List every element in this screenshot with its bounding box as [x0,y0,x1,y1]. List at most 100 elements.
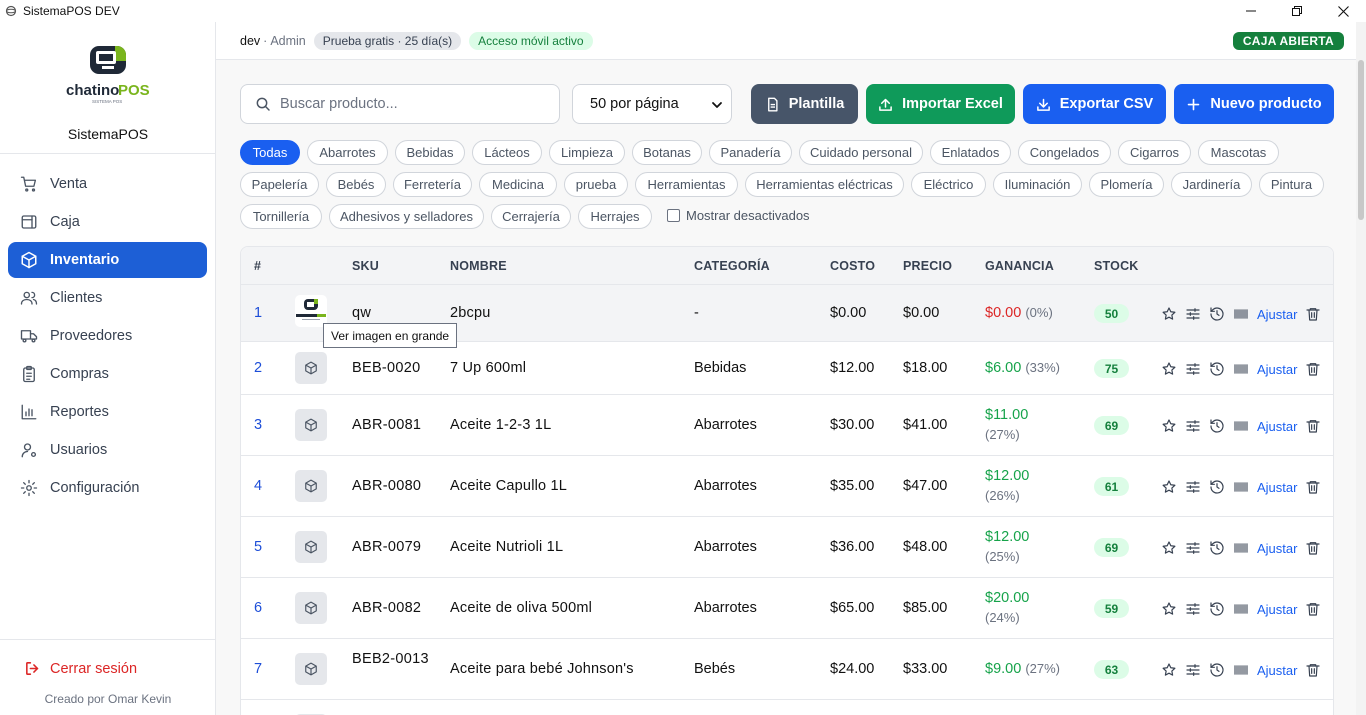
table-row[interactable]: 6 ABR-0082 Aceite de oliva 500ml Abarrot… [241,577,1333,638]
category-chip[interactable]: Congelados [1018,140,1111,165]
import-excel-button[interactable]: Importar Excel [866,84,1015,124]
table-row[interactable]: 7 BEB2-0013 Aceite para bebé Johnson's B… [241,638,1333,699]
product-thumbnail[interactable] [295,653,327,685]
sliders-icon[interactable] [1185,479,1201,495]
history-icon[interactable] [1209,662,1225,678]
new-product-button[interactable]: Nuevo producto [1174,84,1334,124]
star-icon[interactable] [1161,479,1177,495]
table-row[interactable]: 4 ABR-0080 Aceite Capullo 1L Abarrotes $… [241,455,1333,516]
sliders-icon[interactable] [1185,540,1201,556]
star-icon[interactable] [1161,601,1177,617]
sliders-icon[interactable] [1185,418,1201,434]
category-chip[interactable]: Mascotas [1198,140,1279,165]
barcode-icon[interactable] [1233,306,1249,322]
category-chip[interactable]: Plomería [1089,172,1164,197]
barcode-icon[interactable] [1233,361,1249,377]
restore-icon[interactable] [1274,0,1320,22]
star-icon[interactable] [1161,361,1177,377]
category-chip[interactable]: prueba [564,172,628,197]
export-csv-button[interactable]: Exportar CSV [1023,84,1166,124]
template-button[interactable]: Plantilla [751,84,858,124]
sidebar-item-reportes[interactable]: Reportes [8,394,207,430]
category-chip[interactable]: Botanas [632,140,702,165]
adjust-stock-link[interactable]: Ajustar [1257,602,1297,617]
category-chip[interactable]: Ferretería [393,172,472,197]
category-chip[interactable]: Medicina [479,172,557,197]
trash-icon[interactable] [1305,662,1321,678]
close-icon[interactable] [1320,0,1366,22]
trash-icon[interactable] [1305,601,1321,617]
per-page-select[interactable]: 50 por página [572,84,732,124]
product-thumbnail[interactable] [295,470,327,502]
category-chip[interactable]: Pintura [1259,172,1324,197]
trash-icon[interactable] [1305,306,1321,322]
category-chip[interactable]: Cuidado personal [799,140,923,165]
category-chip[interactable]: Bebés [326,172,386,197]
category-chip[interactable]: Lácteos [472,140,542,165]
history-icon[interactable] [1209,418,1225,434]
sliders-icon[interactable] [1185,662,1201,678]
category-chip[interactable]: Cigarros [1118,140,1191,165]
row-number[interactable]: 4 [254,478,262,494]
category-chip[interactable]: Eléctrico [911,172,986,197]
sidebar-item-compras[interactable]: Compras [8,356,207,392]
star-icon[interactable] [1161,540,1177,556]
product-thumbnail[interactable] [295,409,327,441]
category-chip[interactable]: Enlatados [930,140,1011,165]
barcode-icon[interactable] [1233,662,1249,678]
row-number[interactable]: 6 [254,600,262,616]
table-row[interactable]: 2 BEB-0020 7 Up 600ml Bebidas $12.00 $18… [241,341,1333,394]
category-chip[interactable]: Iluminación [993,172,1082,197]
sliders-icon[interactable] [1185,361,1201,377]
category-chip[interactable]: Panadería [709,140,792,165]
category-chip[interactable]: Abarrotes [307,140,388,165]
trash-icon[interactable] [1305,418,1321,434]
sidebar-item-inventario[interactable]: Inventario [8,242,207,278]
sidebar-item-clientes[interactable]: Clientes [8,280,207,316]
history-icon[interactable] [1209,601,1225,617]
search-input[interactable] [280,96,540,112]
barcode-icon[interactable] [1233,418,1249,434]
category-chip[interactable]: Bebidas [395,140,465,165]
product-thumbnail[interactable] [295,592,327,624]
product-thumbnail[interactable] [295,531,327,563]
sliders-icon[interactable] [1185,306,1201,322]
table-row[interactable]: 5 ABR-0079 Aceite Nutrioli 1L Abarrotes … [241,516,1333,577]
category-chip[interactable]: Herrajes [578,204,652,229]
category-chip[interactable]: Todas [240,140,300,165]
star-icon[interactable] [1161,306,1177,322]
barcode-icon[interactable] [1233,540,1249,556]
category-chip[interactable]: Adhesivos y selladores [329,204,484,229]
history-icon[interactable] [1209,306,1225,322]
adjust-stock-link[interactable]: Ajustar [1257,307,1297,322]
table-row[interactable]: 3 ABR-0081 Aceite 1-2-3 1L Abarrotes $30… [241,394,1333,455]
history-icon[interactable] [1209,361,1225,377]
adjust-stock-link[interactable]: Ajustar [1257,541,1297,556]
sliders-icon[interactable] [1185,601,1201,617]
category-chip[interactable]: Herramientas eléctricas [745,172,904,197]
sidebar-item-proveedores[interactable]: Proveedores [8,318,207,354]
history-icon[interactable] [1209,479,1225,495]
sidebar-item-caja[interactable]: Caja [8,204,207,240]
row-number[interactable]: 5 [254,539,262,555]
sidebar-item-configuracion[interactable]: Configuración [8,470,207,506]
search-box[interactable] [240,84,560,124]
category-chip[interactable]: Tornillería [240,204,322,229]
scrollbar-thumb[interactable] [1358,60,1364,220]
page-scrollbar[interactable] [1356,22,1366,715]
row-number[interactable]: 3 [254,417,262,433]
row-number[interactable]: 7 [254,661,262,677]
show-inactive-toggle[interactable]: Mostrar desactivados [667,208,810,223]
row-number[interactable]: 1 [254,305,262,321]
barcode-icon[interactable] [1233,479,1249,495]
trash-icon[interactable] [1305,361,1321,377]
history-icon[interactable] [1209,540,1225,556]
category-chip[interactable]: Jardinería [1171,172,1252,197]
product-thumbnail[interactable] [295,352,327,384]
trash-icon[interactable] [1305,479,1321,495]
trash-icon[interactable] [1305,540,1321,556]
star-icon[interactable] [1161,662,1177,678]
adjust-stock-link[interactable]: Ajustar [1257,362,1297,377]
sidebar-item-venta[interactable]: Venta [8,166,207,202]
barcode-icon[interactable] [1233,601,1249,617]
